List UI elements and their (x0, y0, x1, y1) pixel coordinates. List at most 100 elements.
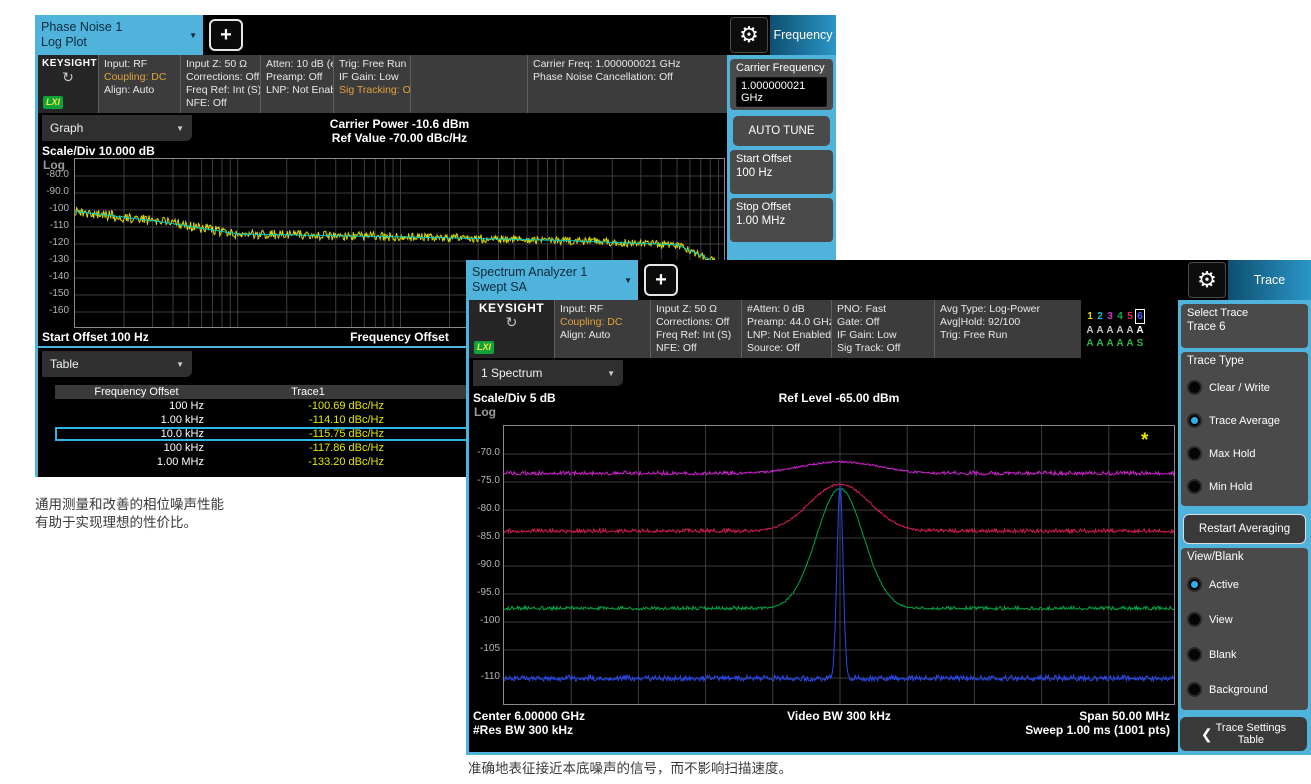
sa-tabbar-spacer (678, 260, 1186, 300)
radio-icon (1187, 446, 1202, 461)
pn-add-tab-button[interactable]: + (209, 19, 243, 51)
restart-averaging-button[interactable]: Restart Averaging (1183, 514, 1306, 544)
radio-min-hold[interactable]: Min Hold (1187, 470, 1302, 503)
sa-settings-pno: PNO: Fast Gate: Off IF Gain: Low Sig Tra… (831, 300, 934, 358)
trace-settings-table-button[interactable]: ❮ Trace SettingsTable (1180, 717, 1307, 751)
pn-ytick: -130 (38, 254, 69, 265)
radio-icon (1187, 380, 1202, 395)
trace-detector-row: AAAAAS (1085, 337, 1145, 350)
sa-ytick: -100 (469, 615, 500, 626)
chevron-down-icon: ▼ (176, 124, 184, 133)
keysight-logo: KEYSIGHT (473, 302, 550, 315)
radio-icon (1187, 479, 1202, 494)
sa-span-label: Span 50.00 MHz (1079, 709, 1170, 723)
sa-menu-header[interactable]: Trace (1228, 260, 1311, 300)
sa-tab-title: Spectrum Analyzer 1 (472, 265, 587, 280)
sa-settings-bar: KEYSIGHT ↻ LXI Input: RF Coupling: DC Al… (469, 300, 1178, 358)
trace-type-section: Trace Type Clear / Write Trace Average M… (1181, 352, 1308, 506)
pn-graph-view-selector[interactable]: Graph ▼ (42, 115, 192, 141)
sa-ytick: -80.0 (469, 503, 500, 514)
sa-add-tab-button[interactable]: + (644, 264, 678, 296)
pn-ytick: -100 (38, 203, 69, 214)
radio-view[interactable]: View (1187, 602, 1302, 637)
pn-ytick: -150 (38, 288, 69, 299)
sa-ytick: -105 (469, 643, 500, 654)
continuous-sweep-icon: ↻ (62, 72, 74, 85)
pn-ytick: -110 (38, 220, 69, 231)
pn-measurement-tab[interactable]: Phase Noise 1 Log Plot ▼ (35, 15, 203, 55)
sa-brand-cell: KEYSIGHT ↻ LXI (469, 300, 554, 358)
pn-ytick: -90.0 (38, 186, 69, 197)
sa-ytick: -70.0 (469, 447, 500, 458)
radio-active[interactable]: Active (1187, 567, 1302, 602)
pn-settings-inputz: Input Z: 50 Ω Corrections: Off Freq Ref:… (180, 55, 260, 113)
pn-ytick: -80.0 (38, 169, 69, 180)
lxi-badge: LXI (43, 96, 63, 109)
sa-spectrum-plot (503, 425, 1175, 705)
pn-ytick: -120 (38, 237, 69, 248)
auto-tune-button[interactable]: AUTO TUNE (733, 116, 830, 146)
sa-ytick: -95.0 (469, 587, 500, 598)
radio-max-hold[interactable]: Max Hold (1187, 437, 1302, 470)
sa-measurement-tab[interactable]: Spectrum Analyzer 1 Swept SA ▼ (466, 260, 638, 300)
sa-settings-avg: Avg Type: Log-Power Avg|Hold: 92/100 Tri… (934, 300, 1081, 358)
sa-video-bw-label: Video BW 300 kHz (503, 709, 1175, 723)
sa-ytick: -85.0 (469, 531, 500, 542)
pn-table-view-selector[interactable]: Table ▼ (42, 351, 192, 377)
start-offset-key[interactable]: Start Offset 100 Hz (730, 150, 833, 194)
pn-settings-input: Input: RF Coupling: DC Align: Auto (98, 55, 180, 113)
continuous-sweep-icon: ↻ (506, 317, 518, 330)
spectrum-caption: 准确地表征接近本底噪声的信号，而不影响扫描速度。 (468, 760, 792, 778)
pn-settings-bar: KEYSIGHT ↻ LXI Input: RF Coupling: DC Al… (38, 55, 727, 113)
sa-settings-atten: #Atten: 0 dB Preamp: 44.0 GHz LNP: Not E… (741, 300, 831, 358)
trace-type-row: AAAAAA (1085, 324, 1145, 337)
sa-res-bw-label: #Res BW 300 kHz (473, 723, 573, 737)
lxi-badge: LXI (474, 341, 494, 354)
chevron-left-icon: ❮ (1201, 728, 1213, 740)
radio-trace-average[interactable]: Trace Average (1187, 404, 1302, 437)
gear-icon[interactable]: ⚙ (1188, 262, 1226, 298)
sa-ytick: -110 (469, 671, 500, 682)
radio-icon (1187, 612, 1202, 627)
sa-display-pane: 1 Spectrum ▼ Scale/Div 5 dB Ref Level -6… (469, 358, 1178, 752)
pn-scale-div-label: Scale/Div 10.000 dB (42, 144, 155, 158)
stop-offset-key[interactable]: Stop Offset 1.00 MHz (730, 198, 833, 242)
pn-tab-subtitle: Log Plot (41, 35, 122, 50)
view-blank-section: View/Blank Active View Blank Background (1181, 548, 1308, 710)
radio-clear-write[interactable]: Clear / Write (1187, 371, 1302, 404)
sa-ytick: -90.0 (469, 559, 500, 570)
chevron-down-icon: ▼ (607, 369, 615, 378)
spectrum-analyzer-window: Spectrum Analyzer 1 Swept SA ▼ + ⚙ Trace… (466, 260, 1311, 755)
trace-type-label: Trace Type (1187, 355, 1302, 371)
sa-settings-inputz: Input Z: 50 Ω Corrections: Off Freq Ref:… (650, 300, 741, 358)
sa-settings-input: Input: RF Coupling: DC Align: Auto (554, 300, 650, 358)
pn-menu-header[interactable]: Frequency (770, 15, 836, 55)
radio-icon (1187, 682, 1202, 697)
pn-settings-carrier: Carrier Freq: 1.000000021 GHz Phase Nois… (527, 55, 727, 113)
radio-selected-icon (1187, 577, 1202, 592)
pn-settings-atten: Atten: 10 dB (e0) Preamp: Off LNP: Not E… (260, 55, 333, 113)
pn-brand-cell: KEYSIGHT ↻ LXI (38, 55, 98, 113)
view-blank-label: View/Blank (1187, 551, 1302, 567)
carrier-frequency-value[interactable]: 1.000000021 GHz (736, 77, 827, 107)
pn-tab-title: Phase Noise 1 (41, 20, 122, 35)
radio-blank[interactable]: Blank (1187, 637, 1302, 672)
uncal-asterisk-marker: * (1141, 430, 1148, 452)
gear-icon[interactable]: ⚙ (730, 17, 768, 53)
sa-ref-level-label: Ref Level -65.00 dBm (503, 391, 1175, 405)
sa-tab-subtitle: Swept SA (472, 280, 587, 295)
phase-noise-caption: 通用测量和改善的相位噪声性能 有助于实现理想的性价比。 (35, 496, 224, 532)
sa-ytick: -75.0 (469, 475, 500, 486)
radio-icon (1187, 647, 1202, 662)
pn-ytick: -160 (38, 305, 69, 316)
pn-settings-trigger: Trig: Free Run IF Gain: Low Sig Tracking… (333, 55, 410, 113)
pn-ytick: -140 (38, 271, 69, 282)
select-trace-key[interactable]: Select Trace Trace 6 (1181, 304, 1308, 348)
carrier-frequency-key[interactable]: Carrier Frequency 1.000000021 GHz (730, 59, 833, 110)
chevron-down-icon: ▼ (189, 31, 197, 40)
radio-background[interactable]: Background (1187, 672, 1302, 707)
sa-view-selector[interactable]: 1 Spectrum ▼ (473, 360, 623, 386)
pn-settings-empty (410, 55, 527, 113)
trace-status-block[interactable]: 123456 AAAAAA AAAAAS (1085, 309, 1145, 350)
pn-tabbar-spacer (243, 15, 728, 55)
